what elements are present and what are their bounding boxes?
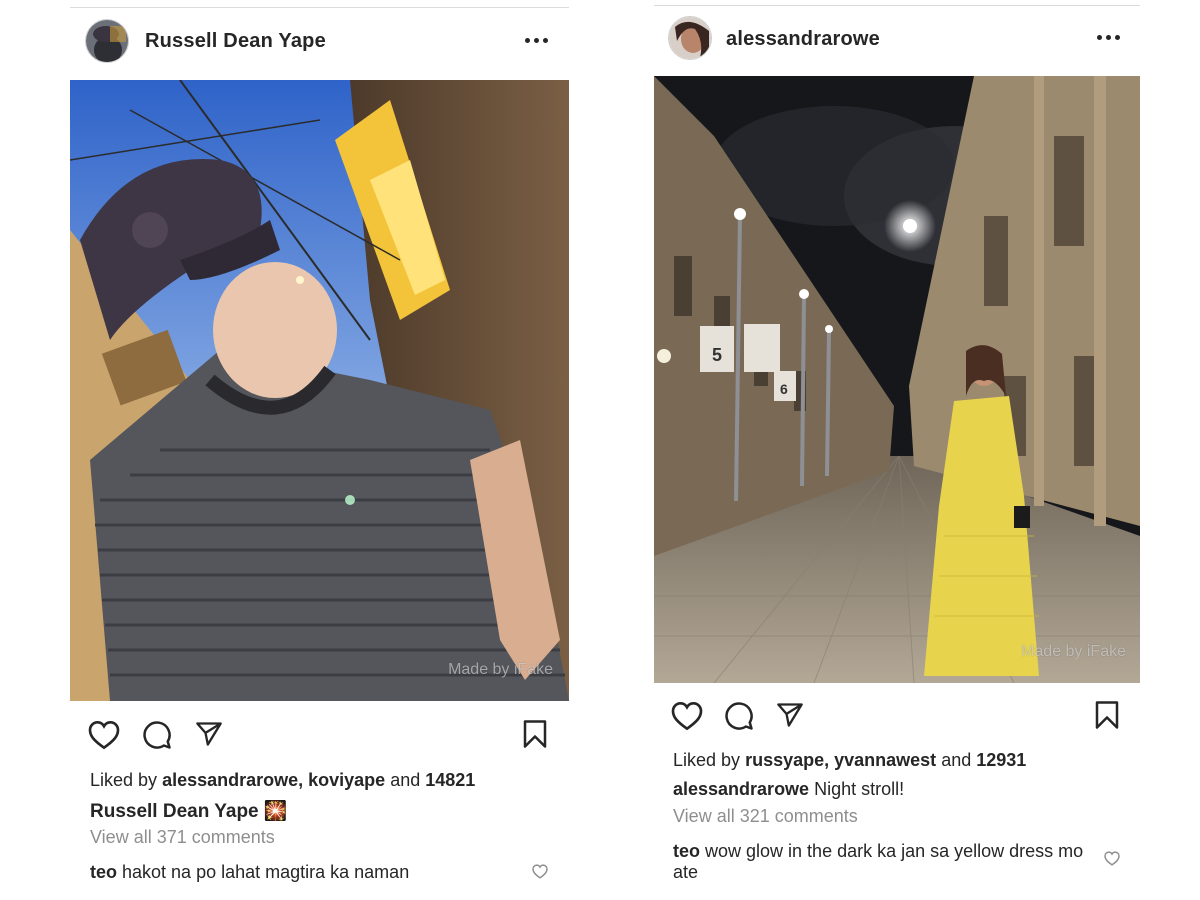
caption-text: Night stroll! bbox=[814, 779, 905, 799]
caption: Russell Dean Yape 🎇 bbox=[90, 799, 288, 823]
caption-username[interactable]: Russell Dean Yape bbox=[90, 801, 259, 822]
avatar[interactable] bbox=[668, 16, 712, 60]
watermark: Made by iFake bbox=[1021, 643, 1126, 660]
watermark: Made by iFake bbox=[448, 661, 553, 678]
caption-text: 🎇 bbox=[263, 801, 288, 822]
liked-by-label: Liked by bbox=[90, 770, 158, 790]
post-username[interactable]: Russell Dean Yape bbox=[145, 30, 326, 53]
banner-number: 6 bbox=[780, 381, 788, 397]
comment-text: hakot na po lahat magtira ka naman bbox=[122, 862, 410, 882]
view-all-comments-link[interactable]: View all 371 comments bbox=[90, 827, 275, 848]
comment-username[interactable]: teo bbox=[90, 862, 117, 882]
liked-by-users[interactable]: alessandrarowe, koviyape bbox=[162, 770, 385, 790]
liked-by-users[interactable]: russyape, yvannawest bbox=[745, 750, 936, 770]
comment-username[interactable]: teo bbox=[673, 841, 700, 861]
small-heart-icon[interactable] bbox=[1104, 851, 1120, 866]
likes-line: Liked by alessandrarowe, koviyape and 14… bbox=[90, 770, 475, 791]
more-options-icon[interactable] bbox=[525, 37, 551, 45]
bookmark-icon[interactable] bbox=[1094, 700, 1120, 730]
liked-by-and: and bbox=[390, 770, 421, 790]
likes-line: Liked by russyape, yvannawest and 12931 bbox=[673, 750, 1026, 771]
paper-plane-icon[interactable] bbox=[194, 720, 224, 748]
post-photo[interactable]: Made by iFake bbox=[70, 80, 569, 701]
post-card-russell: Russell Dean Yape Made by iFake Liked by… bbox=[70, 0, 569, 900]
post-divider bbox=[70, 7, 569, 8]
heart-icon[interactable] bbox=[88, 720, 120, 750]
likes-count[interactable]: 14821 bbox=[425, 770, 475, 790]
post-card-alessandra: alessandrarowe 5 6 Made by iFake Liked b… bbox=[654, 0, 1140, 900]
view-all-comments-link[interactable]: View all 321 comments bbox=[673, 806, 858, 827]
caption-username[interactable]: alessandrarowe bbox=[673, 779, 809, 799]
post-photo[interactable]: 5 6 Made by iFake bbox=[654, 76, 1140, 683]
liked-by-and: and bbox=[941, 750, 972, 770]
heart-icon[interactable] bbox=[671, 701, 703, 731]
comment: teo hakot na po lahat magtira ka naman bbox=[90, 862, 409, 883]
more-options-icon[interactable] bbox=[1097, 34, 1123, 42]
comment-bubble-icon[interactable] bbox=[142, 720, 172, 750]
small-heart-icon[interactable] bbox=[532, 864, 548, 879]
banner-number: 5 bbox=[712, 345, 722, 365]
likes-count[interactable]: 12931 bbox=[976, 750, 1026, 770]
post-divider bbox=[654, 5, 1140, 6]
post-username[interactable]: alessandrarowe bbox=[726, 28, 880, 51]
comment-text: wow glow in the dark ka jan sa yellow dr… bbox=[705, 841, 1084, 861]
comment: teo wow glow in the dark ka jan sa yello… bbox=[673, 841, 1083, 862]
caption: alessandrarowe Night stroll! bbox=[673, 779, 904, 800]
paper-plane-icon[interactable] bbox=[775, 701, 805, 729]
comment-continuation: ate bbox=[673, 862, 699, 882]
bookmark-icon[interactable] bbox=[522, 719, 548, 749]
liked-by-label: Liked by bbox=[673, 750, 741, 770]
avatar[interactable] bbox=[85, 19, 129, 63]
comment-bubble-icon[interactable] bbox=[724, 701, 754, 731]
